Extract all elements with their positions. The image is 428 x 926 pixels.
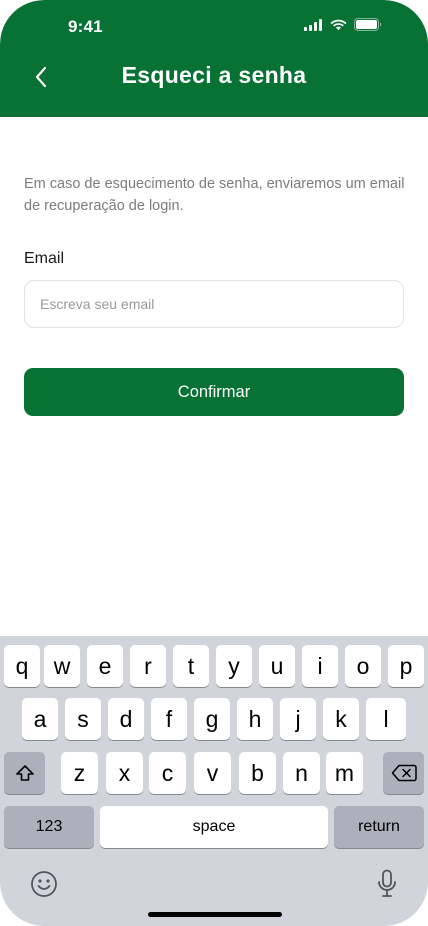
key-w[interactable]: w <box>44 645 80 687</box>
key-e[interactable]: e <box>87 645 123 687</box>
key-u[interactable]: u <box>259 645 295 687</box>
email-field[interactable] <box>24 280 404 328</box>
email-label: Email <box>24 250 65 267</box>
key-s[interactable]: s <box>65 698 101 740</box>
key-g[interactable]: g <box>194 698 230 740</box>
phone-screen: 9:41 Esqueci a senha Em caso de esquecim… <box>0 0 428 926</box>
header: 9:41 Esqueci a senha <box>0 0 428 117</box>
battery-icon <box>354 18 382 31</box>
key-k[interactable]: k <box>323 698 359 740</box>
shift-key[interactable] <box>4 752 45 794</box>
description-text: Em caso de esquecimento de senha, enviar… <box>24 176 405 214</box>
status-time: 9:41 <box>68 17 103 36</box>
home-indicator <box>148 912 282 917</box>
space-key[interactable]: space <box>100 806 328 848</box>
key-i[interactable]: i <box>302 645 338 687</box>
key-c[interactable]: c <box>149 752 186 794</box>
key-h[interactable]: h <box>237 698 273 740</box>
key-q[interactable]: q <box>4 645 40 687</box>
key-n[interactable]: n <box>283 752 320 794</box>
key-z[interactable]: z <box>61 752 98 794</box>
microphone-button[interactable] <box>376 869 398 899</box>
key-m[interactable]: m <box>326 752 363 794</box>
key-p[interactable]: p <box>388 645 424 687</box>
key-j[interactable]: j <box>280 698 316 740</box>
delete-icon <box>391 764 417 782</box>
keyboard: q w e r t y u i o p a s d f g h j k l z … <box>0 636 428 926</box>
numbers-key[interactable]: 123 <box>4 806 94 848</box>
key-t[interactable]: t <box>173 645 209 687</box>
key-y[interactable]: y <box>216 645 252 687</box>
key-l[interactable]: l <box>366 698 406 740</box>
wifi-icon <box>330 19 347 30</box>
key-f[interactable]: f <box>151 698 187 740</box>
key-v[interactable]: v <box>194 752 231 794</box>
microphone-icon <box>378 869 396 897</box>
key-b[interactable]: b <box>239 752 276 794</box>
page-title: Esqueci a senha <box>121 62 307 88</box>
key-x[interactable]: x <box>106 752 143 794</box>
emoji-button[interactable] <box>30 870 58 898</box>
key-a[interactable]: a <box>22 698 58 740</box>
emoji-icon <box>31 871 57 897</box>
confirm-button[interactable]: Confirmar <box>24 368 404 416</box>
key-d[interactable]: d <box>108 698 144 740</box>
signal-icon <box>304 18 322 31</box>
shift-icon <box>15 765 34 781</box>
return-key[interactable]: return <box>334 806 424 848</box>
status-icons <box>304 18 382 31</box>
key-r[interactable]: r <box>130 645 166 687</box>
delete-key[interactable] <box>383 752 424 794</box>
key-o[interactable]: o <box>345 645 381 687</box>
